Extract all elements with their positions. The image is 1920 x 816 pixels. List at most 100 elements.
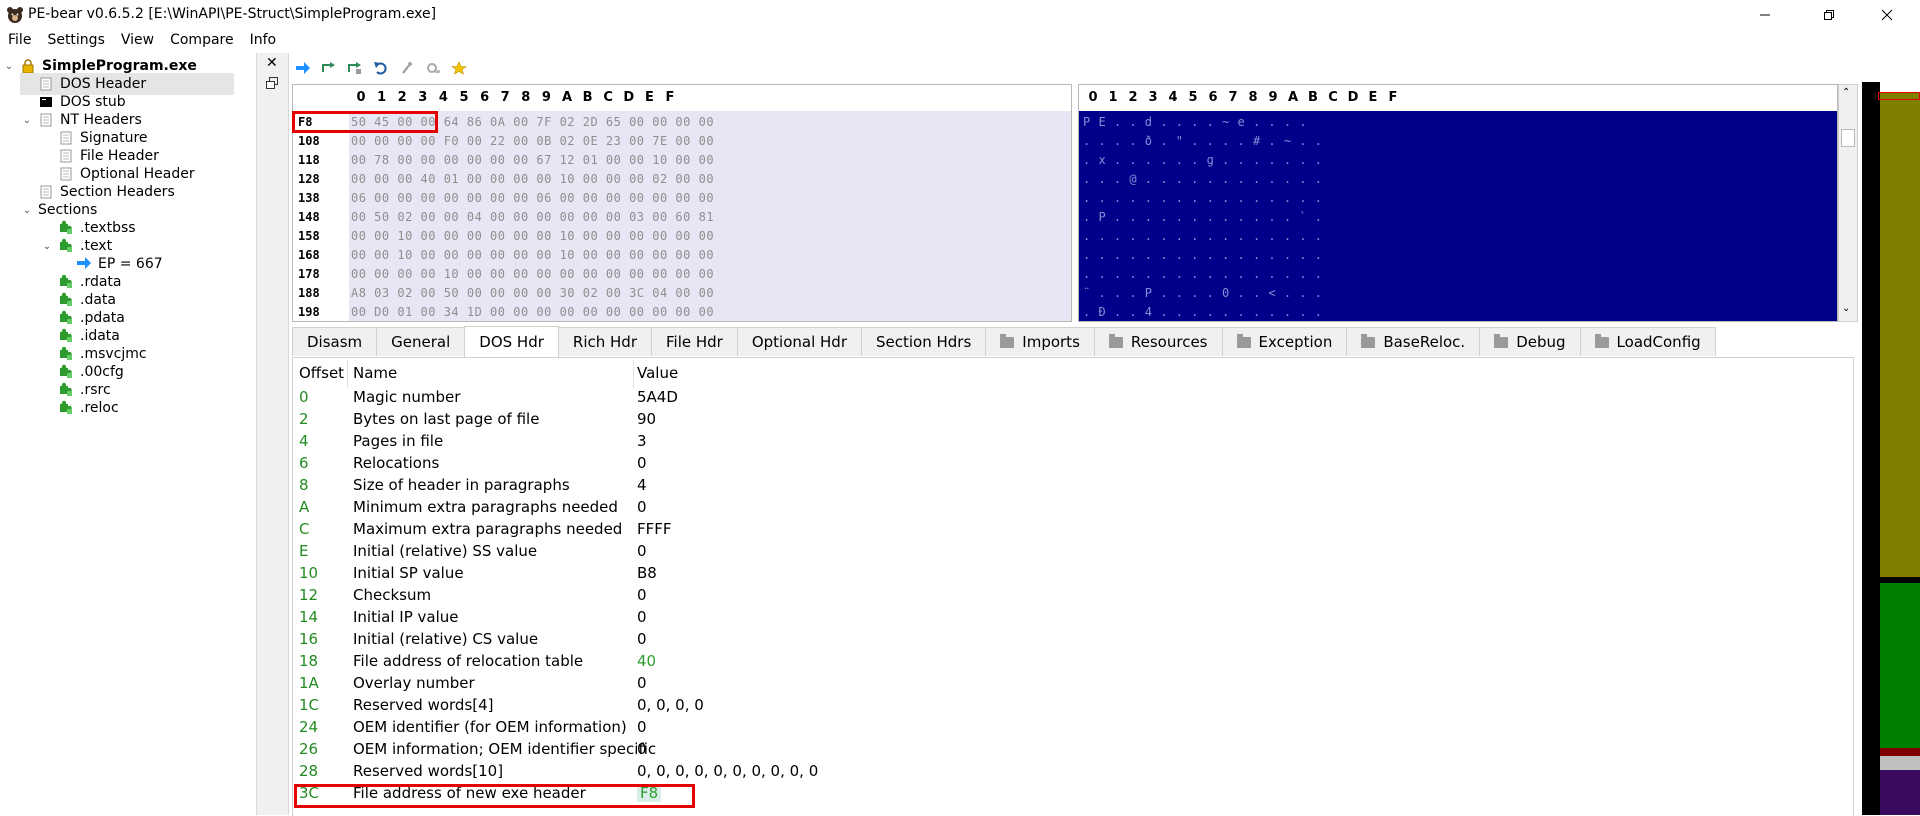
goto-arrow-button[interactable] <box>290 56 316 80</box>
tab-loadconfig[interactable]: LoadConfig <box>1579 327 1716 356</box>
table-row[interactable]: 1A Overlay number 0 <box>293 674 1853 696</box>
tab-section-hdrs[interactable]: Section Hdrs <box>861 327 987 356</box>
cell-value[interactable]: 3 <box>637 432 647 450</box>
hex-row-bytes[interactable]: 00 00 10 00 00 00 00 00 00 10 00 00 00 0… <box>351 248 714 262</box>
undo-button[interactable] <box>368 56 394 80</box>
pin-button[interactable] <box>394 56 420 80</box>
tab-imports[interactable]: Imports <box>985 327 1095 356</box>
cell-value[interactable]: 90 <box>637 410 656 428</box>
chevron-down-icon[interactable]: ⌄ <box>40 241 54 252</box>
column-header-offset[interactable]: Offset <box>299 364 344 382</box>
tab-debug[interactable]: Debug <box>1479 327 1581 356</box>
hex-row-bytes[interactable]: 00 00 10 00 00 00 00 00 00 10 00 00 00 0… <box>351 229 714 243</box>
float-panel-icon[interactable] <box>266 77 278 89</box>
cell-value[interactable]: 0 <box>637 674 647 692</box>
favorite-button[interactable] <box>446 56 472 80</box>
ascii-row[interactable]: . x . . . . . . g . . . . . . . <box>1083 153 1322 167</box>
table-row[interactable]: 12 Checksum 0 <box>293 586 1853 608</box>
cell-value[interactable]: 4 <box>637 476 647 494</box>
ascii-view[interactable]: 0123456789ABCDEF P E . . d . . . . ~ e .… <box>1078 84 1838 322</box>
tab-file-hdr[interactable]: File Hdr <box>651 327 738 356</box>
tree-item[interactable]: .reloc <box>40 397 119 419</box>
cell-value[interactable]: 0 <box>637 542 647 560</box>
menu-compare[interactable]: Compare <box>162 30 242 52</box>
restore-button[interactable] <box>1806 0 1852 30</box>
table-row[interactable]: 1C Reserved words[4] 0, 0, 0, 0 <box>293 696 1853 718</box>
hex-row-bytes[interactable]: 00 00 00 00 F0 00 22 00 0B 02 0E 23 00 7… <box>351 134 714 148</box>
table-row[interactable]: 10 Initial SP value B8 <box>293 564 1853 586</box>
scroll-thumb[interactable] <box>1841 129 1855 147</box>
ascii-row[interactable]: . P . . . . . . . . . . . . ` . <box>1083 210 1322 224</box>
file-map-strip[interactable] <box>1862 82 1920 815</box>
minimize-button[interactable] <box>1742 0 1788 30</box>
hex-row-bytes[interactable]: 00 00 00 40 01 00 00 00 00 10 00 00 00 0… <box>351 172 714 186</box>
cell-value[interactable]: 0 <box>637 718 647 736</box>
ascii-row[interactable]: ¨ . . . P . . . . 0 . . < . . . <box>1083 286 1322 300</box>
menu-view[interactable]: View <box>113 30 162 52</box>
hex-row-bytes[interactable]: 00 50 02 00 00 04 00 00 00 00 00 00 03 0… <box>351 210 714 224</box>
cell-value[interactable]: 0 <box>637 740 647 758</box>
tab-rich-hdr[interactable]: Rich Hdr <box>557 327 652 356</box>
tab-exception[interactable]: Exception <box>1221 327 1348 356</box>
cell-value[interactable]: 0, 0, 0, 0, 0, 0, 0, 0, 0, 0 <box>637 762 818 780</box>
hex-row-bytes[interactable]: A8 03 02 00 50 00 00 00 00 30 02 00 3C 0… <box>351 286 714 300</box>
cell-value[interactable]: FFFF <box>637 520 672 538</box>
chevron-down-icon[interactable]: ⌄ <box>20 205 34 216</box>
menu-settings[interactable]: Settings <box>39 30 112 52</box>
cell-value[interactable]: 0 <box>637 454 647 472</box>
table-row[interactable]: 2 Bytes on last page of file 90 <box>293 410 1853 432</box>
scroll-down-icon[interactable]: ⌄ <box>1842 303 1850 314</box>
cell-value[interactable]: B8 <box>637 564 657 582</box>
ascii-row[interactable]: . . . . ð . " . . . . # . ~ . . <box>1083 134 1322 148</box>
table-row[interactable]: 18 File address of relocation table 40 <box>293 652 1853 674</box>
cell-value[interactable]: 0 <box>637 608 647 626</box>
tab-optional-hdr[interactable]: Optional Hdr <box>736 327 862 356</box>
tab-disasm[interactable]: Disasm <box>292 327 378 356</box>
hex-scrollbar[interactable]: ⌃ ⌄ <box>1838 84 1858 322</box>
scroll-up-icon[interactable]: ⌃ <box>1842 87 1850 98</box>
ascii-row[interactable]: . . . . . . . . . . . . . . . . <box>1083 248 1322 262</box>
ascii-row[interactable]: . Ð . . 4 . . . . . . . . . . . <box>1083 305 1322 319</box>
table-row[interactable]: 6 Relocations 0 <box>293 454 1853 476</box>
cell-value[interactable]: 0 <box>637 630 647 648</box>
tab-general[interactable]: General <box>376 327 466 356</box>
column-header-name[interactable]: Name <box>353 364 397 382</box>
chevron-down-icon[interactable]: ⌄ <box>20 115 34 126</box>
column-header-value[interactable]: Value <box>637 364 678 382</box>
menu-file[interactable]: File <box>0 30 39 52</box>
hex-row-bytes[interactable]: 00 00 00 00 10 00 00 00 00 00 00 00 00 0… <box>351 267 714 281</box>
tab-resources[interactable]: Resources <box>1093 327 1223 356</box>
cell-value[interactable]: 40 <box>637 652 656 670</box>
table-row[interactable]: A Minimum extra paragraphs needed 0 <box>293 498 1853 520</box>
ascii-row[interactable]: . . . . . . . . . . . . . . . . <box>1083 191 1322 205</box>
close-panel-icon[interactable]: ✕ <box>266 55 278 71</box>
ascii-row[interactable]: . . . . . . . . . . . . . . . . <box>1083 267 1322 281</box>
table-row[interactable]: 24 OEM identifier (for OEM information) 0 <box>293 718 1853 740</box>
table-row[interactable]: 0 Magic number 5A4D <box>293 388 1853 410</box>
cell-value[interactable]: 5A4D <box>637 388 678 406</box>
tab-dos-hdr[interactable]: DOS Hdr <box>464 326 559 357</box>
table-row[interactable]: 8 Size of header in paragraphs 4 <box>293 476 1853 498</box>
close-button[interactable] <box>1864 0 1910 30</box>
tools-button[interactable] <box>420 56 446 80</box>
cell-value[interactable]: 0, 0, 0, 0 <box>637 696 704 714</box>
table-row[interactable]: 28 Reserved words[10] 0, 0, 0, 0, 0, 0, 0,… <box>293 762 1853 784</box>
table-row[interactable]: 4 Pages in file 3 <box>293 432 1853 454</box>
ascii-row[interactable]: . . . . . . . . . . . . . . . . <box>1083 229 1322 243</box>
table-row[interactable]: 26 OEM information; OEM identifier specif… <box>293 740 1853 762</box>
ascii-row[interactable]: . . . @ . . . . . . . . . . . . <box>1083 172 1322 186</box>
tab-basereloc[interactable]: BaseReloc. <box>1346 327 1481 356</box>
hex-row-bytes[interactable]: 00 D0 01 00 34 1D 00 00 00 00 00 00 00 0… <box>351 305 714 319</box>
goto-raw-button[interactable] <box>342 56 368 80</box>
hex-row-bytes[interactable]: 00 78 00 00 00 00 00 00 67 12 01 00 00 1… <box>351 153 714 167</box>
chevron-down-icon[interactable]: ⌄ <box>2 61 16 72</box>
cell-value[interactable]: 0 <box>637 586 647 604</box>
table-row[interactable]: 14 Initial IP value 0 <box>293 608 1853 630</box>
hex-row-bytes[interactable]: 06 00 00 00 00 00 00 00 06 00 00 00 00 0… <box>351 191 714 205</box>
cell-value[interactable]: 0 <box>637 498 647 516</box>
goto-rva-button[interactable] <box>316 56 342 80</box>
table-row[interactable]: 16 Initial (relative) CS value 0 <box>293 630 1853 652</box>
menu-info[interactable]: Info <box>242 30 285 52</box>
table-row[interactable]: E Initial (relative) SS value 0 <box>293 542 1853 564</box>
ascii-row[interactable]: P E . . d . . . . ~ e . . . . <box>1083 115 1307 129</box>
